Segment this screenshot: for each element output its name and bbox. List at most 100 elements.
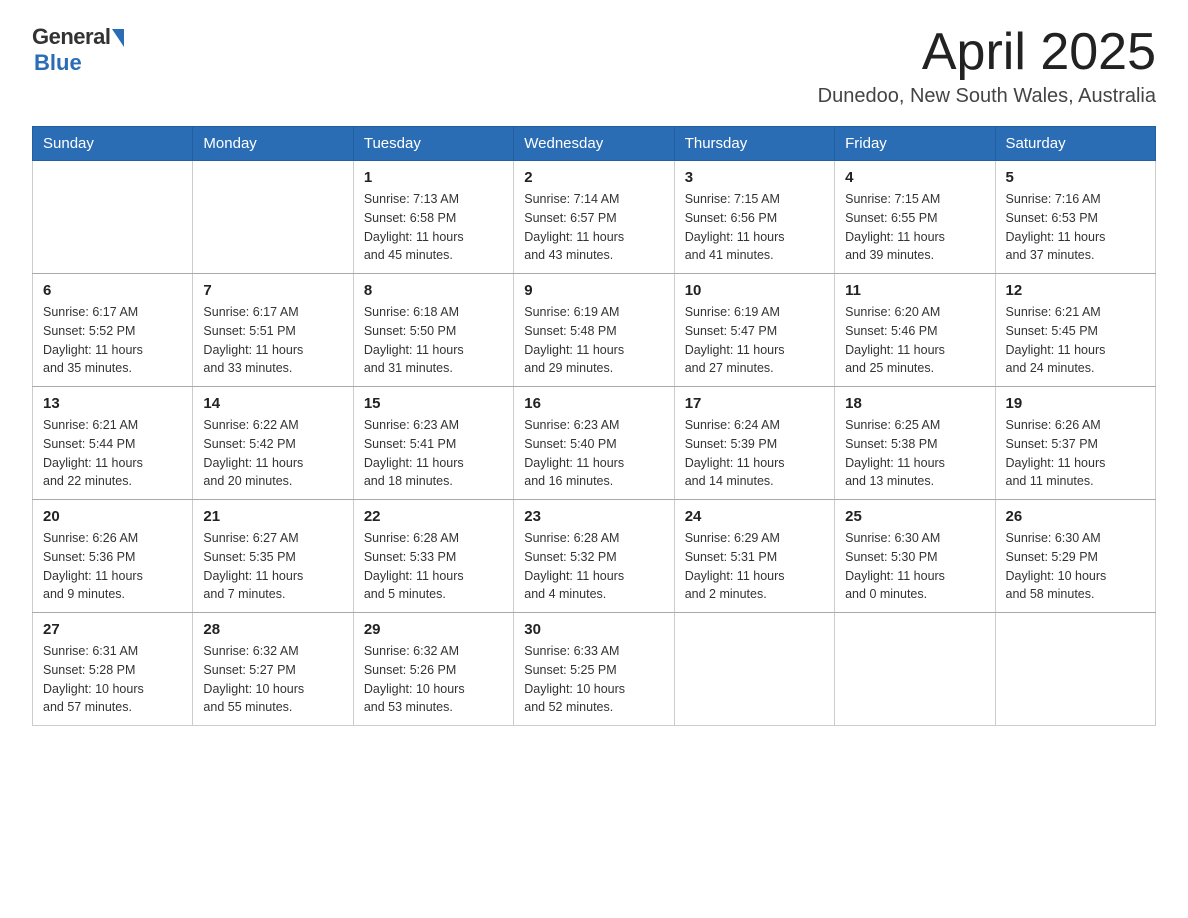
day-number: 10 <box>685 282 824 299</box>
day-info: Sunrise: 6:21 AMSunset: 5:44 PMDaylight:… <box>43 416 182 491</box>
weekday-header-monday: Monday <box>193 127 353 161</box>
day-number: 28 <box>203 621 342 638</box>
weekday-header-friday: Friday <box>835 127 995 161</box>
day-number: 24 <box>685 508 824 525</box>
day-info: Sunrise: 6:30 AMSunset: 5:29 PMDaylight:… <box>1006 529 1145 604</box>
day-info: Sunrise: 6:18 AMSunset: 5:50 PMDaylight:… <box>364 303 503 378</box>
calendar-week-row: 20 Sunrise: 6:26 AMSunset: 5:36 PMDayligh… <box>33 500 1156 613</box>
day-info: Sunrise: 7:16 AMSunset: 6:53 PMDaylight:… <box>1006 190 1145 265</box>
day-info: Sunrise: 6:31 AMSunset: 5:28 PMDaylight:… <box>43 642 182 717</box>
weekday-header-wednesday: Wednesday <box>514 127 674 161</box>
day-number: 19 <box>1006 395 1145 412</box>
day-info: Sunrise: 6:17 AMSunset: 5:52 PMDaylight:… <box>43 303 182 378</box>
day-number: 12 <box>1006 282 1145 299</box>
day-number: 25 <box>845 508 984 525</box>
logo-arrow-icon <box>112 29 124 47</box>
calendar-week-row: 6 Sunrise: 6:17 AMSunset: 5:52 PMDaylight… <box>33 274 1156 387</box>
day-number: 21 <box>203 508 342 525</box>
day-number: 13 <box>43 395 182 412</box>
calendar-cell: 4 Sunrise: 7:15 AMSunset: 6:55 PMDaylight… <box>835 161 995 274</box>
day-number: 17 <box>685 395 824 412</box>
calendar-cell: 11Sunrise: 6:20 AMSunset: 5:46 PMDayligh… <box>835 274 995 387</box>
calendar-cell: 6 Sunrise: 6:17 AMSunset: 5:52 PMDaylight… <box>33 274 193 387</box>
calendar-cell <box>193 161 353 274</box>
weekday-header-sunday: Sunday <box>33 127 193 161</box>
weekday-header-saturday: Saturday <box>995 127 1155 161</box>
day-info: Sunrise: 6:32 AMSunset: 5:26 PMDaylight:… <box>364 642 503 717</box>
day-info: Sunrise: 7:15 AMSunset: 6:55 PMDaylight:… <box>845 190 984 265</box>
day-info: Sunrise: 6:22 AMSunset: 5:42 PMDaylight:… <box>203 416 342 491</box>
calendar-cell: 24Sunrise: 6:29 AMSunset: 5:31 PMDayligh… <box>674 500 834 613</box>
calendar-cell: 3 Sunrise: 7:15 AMSunset: 6:56 PMDaylight… <box>674 161 834 274</box>
day-info: Sunrise: 6:27 AMSunset: 5:35 PMDaylight:… <box>203 529 342 604</box>
calendar-cell: 8 Sunrise: 6:18 AMSunset: 5:50 PMDaylight… <box>353 274 513 387</box>
calendar-cell: 15 Sunrise: 6:23 AMSunset: 5:41 PMDayligh… <box>353 387 513 500</box>
calendar-table: SundayMondayTuesdayWednesdayThursdayFrid… <box>32 126 1156 726</box>
calendar-cell: 27 Sunrise: 6:31 AMSunset: 5:28 PMDayligh… <box>33 613 193 726</box>
day-number: 22 <box>364 508 503 525</box>
day-number: 6 <box>43 282 182 299</box>
calendar-cell: 16 Sunrise: 6:23 AMSunset: 5:40 PMDayligh… <box>514 387 674 500</box>
calendar-cell: 9 Sunrise: 6:19 AMSunset: 5:48 PMDaylight… <box>514 274 674 387</box>
day-info: Sunrise: 6:32 AMSunset: 5:27 PMDaylight:… <box>203 642 342 717</box>
calendar-cell: 29 Sunrise: 6:32 AMSunset: 5:26 PMDayligh… <box>353 613 513 726</box>
day-info: Sunrise: 6:28 AMSunset: 5:32 PMDaylight:… <box>524 529 663 604</box>
day-info: Sunrise: 6:33 AMSunset: 5:25 PMDaylight:… <box>524 642 663 717</box>
day-info: Sunrise: 6:19 AMSunset: 5:48 PMDaylight:… <box>524 303 663 378</box>
day-number: 14 <box>203 395 342 412</box>
calendar-cell: 14 Sunrise: 6:22 AMSunset: 5:42 PMDayligh… <box>193 387 353 500</box>
day-info: Sunrise: 7:15 AMSunset: 6:56 PMDaylight:… <box>685 190 824 265</box>
weekday-header-tuesday: Tuesday <box>353 127 513 161</box>
calendar-cell: 2 Sunrise: 7:14 AMSunset: 6:57 PMDaylight… <box>514 161 674 274</box>
calendar-cell <box>835 613 995 726</box>
day-number: 30 <box>524 621 663 638</box>
day-info: Sunrise: 6:26 AMSunset: 5:36 PMDaylight:… <box>43 529 182 604</box>
day-number: 5 <box>1006 169 1145 186</box>
day-number: 20 <box>43 508 182 525</box>
day-number: 3 <box>685 169 824 186</box>
day-info: Sunrise: 6:24 AMSunset: 5:39 PMDaylight:… <box>685 416 824 491</box>
weekday-header-thursday: Thursday <box>674 127 834 161</box>
weekday-header-row: SundayMondayTuesdayWednesdayThursdayFrid… <box>33 127 1156 161</box>
calendar-cell: 23Sunrise: 6:28 AMSunset: 5:32 PMDayligh… <box>514 500 674 613</box>
day-number: 15 <box>364 395 503 412</box>
logo-blue-text: Blue <box>34 50 82 76</box>
day-number: 27 <box>43 621 182 638</box>
day-number: 4 <box>845 169 984 186</box>
day-info: Sunrise: 6:19 AMSunset: 5:47 PMDaylight:… <box>685 303 824 378</box>
day-number: 9 <box>524 282 663 299</box>
calendar-cell: 21 Sunrise: 6:27 AMSunset: 5:35 PMDayligh… <box>193 500 353 613</box>
day-number: 8 <box>364 282 503 299</box>
calendar-cell <box>674 613 834 726</box>
day-number: 29 <box>364 621 503 638</box>
day-info: Sunrise: 6:30 AMSunset: 5:30 PMDaylight:… <box>845 529 984 604</box>
calendar-cell: 7 Sunrise: 6:17 AMSunset: 5:51 PMDaylight… <box>193 274 353 387</box>
calendar-cell: 30 Sunrise: 6:33 AMSunset: 5:25 PMDayligh… <box>514 613 674 726</box>
day-info: Sunrise: 7:14 AMSunset: 6:57 PMDaylight:… <box>524 190 663 265</box>
calendar-cell: 1Sunrise: 7:13 AMSunset: 6:58 PMDaylight… <box>353 161 513 274</box>
day-info: Sunrise: 6:23 AMSunset: 5:40 PMDaylight:… <box>524 416 663 491</box>
calendar-week-row: 1Sunrise: 7:13 AMSunset: 6:58 PMDaylight… <box>33 161 1156 274</box>
day-number: 18 <box>845 395 984 412</box>
calendar-cell: 12 Sunrise: 6:21 AMSunset: 5:45 PMDayligh… <box>995 274 1155 387</box>
calendar-cell: 19 Sunrise: 6:26 AMSunset: 5:37 PMDayligh… <box>995 387 1155 500</box>
calendar-cell: 17 Sunrise: 6:24 AMSunset: 5:39 PMDayligh… <box>674 387 834 500</box>
day-number: 7 <box>203 282 342 299</box>
calendar-cell <box>995 613 1155 726</box>
calendar-cell: 10 Sunrise: 6:19 AMSunset: 5:47 PMDayligh… <box>674 274 834 387</box>
day-number: 26 <box>1006 508 1145 525</box>
day-info: Sunrise: 6:23 AMSunset: 5:41 PMDaylight:… <box>364 416 503 491</box>
calendar-cell: 22Sunrise: 6:28 AMSunset: 5:33 PMDayligh… <box>353 500 513 613</box>
calendar-cell: 26 Sunrise: 6:30 AMSunset: 5:29 PMDayligh… <box>995 500 1155 613</box>
calendar-week-row: 27 Sunrise: 6:31 AMSunset: 5:28 PMDayligh… <box>33 613 1156 726</box>
calendar-cell: 13 Sunrise: 6:21 AMSunset: 5:44 PMDayligh… <box>33 387 193 500</box>
logo: General Blue <box>32 24 124 76</box>
day-info: Sunrise: 6:17 AMSunset: 5:51 PMDaylight:… <box>203 303 342 378</box>
calendar-cell: 25 Sunrise: 6:30 AMSunset: 5:30 PMDayligh… <box>835 500 995 613</box>
day-number: 2 <box>524 169 663 186</box>
day-info: Sunrise: 6:21 AMSunset: 5:45 PMDaylight:… <box>1006 303 1145 378</box>
day-number: 16 <box>524 395 663 412</box>
calendar-week-row: 13 Sunrise: 6:21 AMSunset: 5:44 PMDayligh… <box>33 387 1156 500</box>
day-info: Sunrise: 6:25 AMSunset: 5:38 PMDaylight:… <box>845 416 984 491</box>
day-info: Sunrise: 6:26 AMSunset: 5:37 PMDaylight:… <box>1006 416 1145 491</box>
